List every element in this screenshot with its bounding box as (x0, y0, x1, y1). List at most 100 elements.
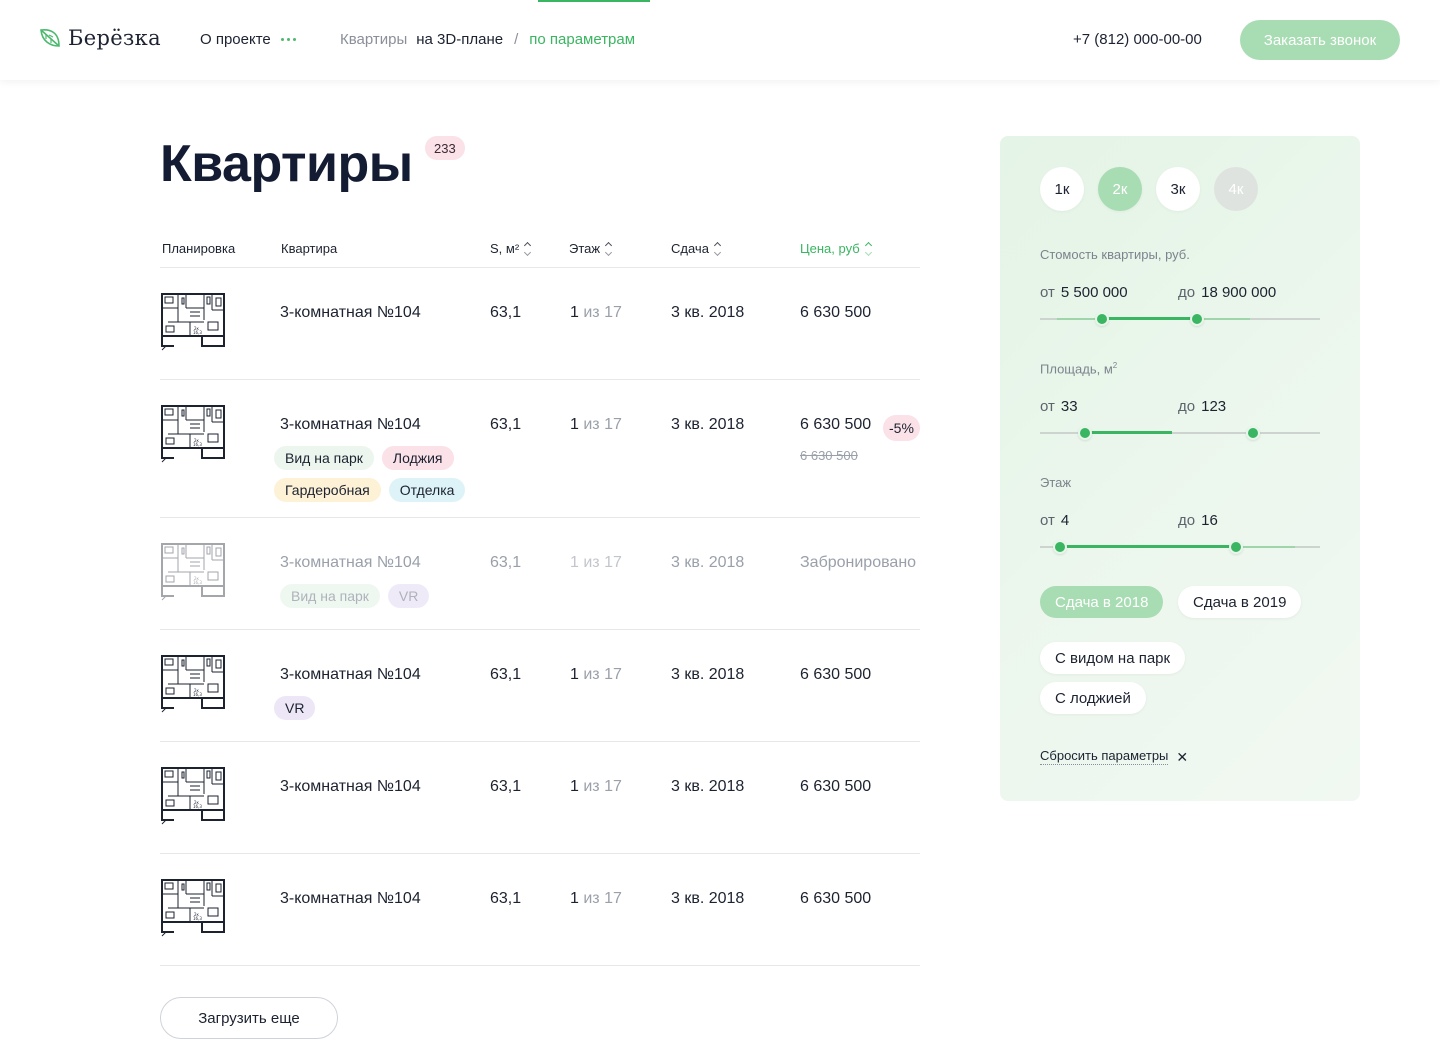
floors-total: 17 (604, 416, 622, 433)
table-row[interactable]: 2к 16,3 3-комнатная №104 63,1 1 из 17 3 … (160, 630, 920, 742)
floor-of: из (583, 416, 600, 433)
more-dots-icon[interactable] (280, 38, 296, 41)
sort-icon (713, 241, 721, 256)
apartment-area: 63,1 (490, 778, 522, 795)
slider-handle-max[interactable] (1245, 426, 1260, 440)
floor-plan[interactable]: 2к 16,3 (160, 292, 226, 354)
feature-tag: Гардеробная (274, 478, 381, 502)
floor-plan[interactable]: 2к 16,3 (160, 404, 226, 466)
col-area-sort[interactable]: S, м² (490, 241, 532, 256)
room-filter-1k[interactable]: 1к (1040, 167, 1084, 211)
apartment-name[interactable]: 3-комнатная №104 (280, 554, 421, 572)
floor-number: 1 (570, 666, 579, 683)
floor-range: от 4 до 16 (1040, 512, 1320, 532)
table-row[interactable]: 2к 16,3 3-комнатная №104 63,1 1 из 17 3 … (160, 380, 920, 518)
apartment-area: 63,1 (490, 890, 522, 907)
crumb-3d-plan[interactable]: на 3D-плане (416, 31, 503, 48)
col-plan-label: Планировка (162, 241, 236, 256)
feature-tag: Лоджия (381, 446, 454, 470)
delivery-2018-toggle[interactable]: Сдача в 2018 (1040, 586, 1164, 618)
old-price: 6 630 500 (800, 448, 858, 463)
delivery-date: 3 кв. 2018 (671, 666, 745, 683)
apartment-price: 6 630 500 (800, 890, 872, 907)
apartment-price: 6 630 500 (800, 304, 872, 321)
load-more-button[interactable]: Загрузить еще (160, 997, 338, 1039)
floor-plan[interactable]: 2к 16,3 (160, 878, 226, 940)
price-to-value[interactable]: 18 900 000 (1201, 284, 1276, 301)
reset-filters-button[interactable]: Сбросить параметры ✕ (1040, 748, 1188, 765)
active-nav-indicator (538, 0, 650, 2)
slider-range-fill (1084, 431, 1172, 434)
floor-slider[interactable] (1040, 540, 1320, 554)
room-filter-2k[interactable]: 2к (1098, 167, 1142, 211)
table-row[interactable]: 2к 16,3 3-комнатная №104 63,1 1 из 17 3 … (160, 742, 920, 854)
booked-status: Забронировано (800, 554, 917, 571)
col-apartment-label: Квартира (281, 241, 338, 256)
floor-plan-thumbnail: 2к 16,3 (161, 543, 225, 601)
area-slider[interactable] (1040, 426, 1320, 440)
crumb-apartments[interactable]: Квартиры (340, 31, 407, 48)
col-floor-label: Этаж (569, 241, 601, 256)
slider-handle-max[interactable] (1229, 540, 1243, 554)
slider-handle-min[interactable] (1052, 540, 1067, 554)
area-from-value[interactable]: 33 (1061, 398, 1078, 415)
loggia-toggle[interactable]: С лоджией (1040, 682, 1146, 714)
slider-handle-max[interactable] (1189, 312, 1204, 326)
park-view-toggle[interactable]: С видом на парк (1040, 642, 1186, 674)
table-header: Планировка Квартира S, м² Этаж Сдача Цен… (160, 232, 920, 268)
area-to-value[interactable]: 123 (1201, 398, 1226, 415)
slider-handle-min[interactable] (1077, 426, 1092, 440)
apartment-name[interactable]: 3-комнатная №104 (280, 416, 421, 434)
crumb-by-params[interactable]: по параметрам (529, 31, 635, 48)
floor-number: 1 (570, 554, 579, 571)
nav-about[interactable]: О проекте (200, 31, 296, 48)
delivery-date: 3 кв. 2018 (671, 778, 745, 795)
table-row[interactable]: 2к 16,3 3-комнатная №104 63,1 1 из 17 3 … (160, 268, 920, 380)
price-slider[interactable] (1040, 312, 1320, 326)
apartment-name[interactable]: 3-комнатная №104 (280, 666, 421, 684)
to-label: до (1178, 398, 1196, 415)
apartment-area: 63,1 (490, 416, 522, 433)
breadcrumb: Квартиры на 3D-плане / по параметрам (340, 31, 635, 48)
floor-plan-thumbnail: 2к 16,3 (161, 879, 225, 937)
price-filter-label: Стомость квартиры, руб. (1040, 247, 1190, 262)
table-row[interactable]: 2к 16,3 3-комнатная №104 63,1 1 из 17 3 … (160, 854, 920, 966)
floor-plan[interactable]: 2к 16,3 (160, 654, 226, 716)
room-filter-3k[interactable]: 3к (1156, 167, 1200, 211)
sort-icon (605, 241, 613, 256)
floor-to-value[interactable]: 16 (1201, 512, 1218, 529)
floor-of: из (583, 666, 600, 683)
delivery-date: 3 кв. 2018 (671, 890, 745, 907)
price-from-value[interactable]: 5 500 000 (1061, 284, 1128, 301)
delivery-2019-toggle[interactable]: Сдача в 2019 (1178, 586, 1302, 618)
table-row[interactable]: 2к 16,3 3-комнатная №104 63,1 1 из 17 3 … (160, 518, 920, 630)
floor-plan-thumbnail: 2к 16,3 (161, 293, 225, 351)
from-label: от (1040, 398, 1055, 415)
request-call-button[interactable]: Заказать звонок (1240, 20, 1400, 60)
apartment-name[interactable]: 3-комнатная №104 (280, 890, 421, 908)
apartment-area: 63,1 (490, 304, 522, 321)
col-floor-sort[interactable]: Этаж (569, 241, 613, 256)
slider-range-fill (1059, 545, 1236, 548)
floor-plan[interactable]: 2к 16,3 (160, 766, 226, 828)
col-delivery-sort[interactable]: Сдача (671, 241, 721, 256)
area-label-text: Площадь, м (1040, 361, 1113, 377)
site-header: Берёзка О проекте Квартиры на 3D-плане /… (0, 0, 1440, 80)
floor-from-value[interactable]: 4 (1061, 512, 1069, 529)
col-price-sort[interactable]: Цена, руб (800, 241, 872, 256)
apartment-floor: 1 из 17 (570, 778, 622, 796)
phone-number[interactable]: +7 (812) 000-00-00 (1073, 31, 1202, 48)
floor-number: 1 (570, 304, 579, 321)
slider-handle-min[interactable] (1094, 312, 1109, 326)
col-price-label: Цена, руб (800, 241, 860, 256)
logo[interactable]: Берёзка (38, 26, 161, 50)
floors-total: 17 (604, 304, 622, 321)
area-range: от 33 до 123 (1040, 398, 1320, 418)
apartment-floor: 1 из 17 (570, 890, 622, 908)
floor-of: из (583, 304, 600, 321)
delivery-date: 3 кв. 2018 (671, 416, 745, 433)
apartment-name[interactable]: 3-комнатная №104 (280, 778, 421, 796)
floor-plan[interactable]: 2к 16,3 (160, 542, 226, 604)
apartment-name[interactable]: 3-комнатная №104 (280, 304, 421, 322)
svg-text:16,3: 16,3 (193, 804, 202, 809)
